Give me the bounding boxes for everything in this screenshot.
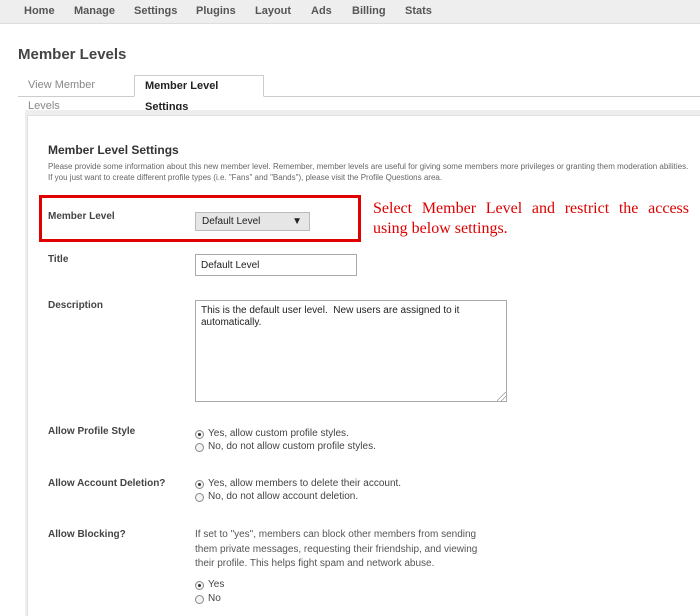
nav-stats[interactable]: Stats (405, 5, 432, 17)
annotation-callout: Select Member Level and restrict the acc… (373, 200, 689, 237)
nav-billing[interactable]: Billing (352, 5, 386, 17)
blocking-yes-label[interactable]: Yes (208, 579, 224, 590)
allow-account-deletion-label: Allow Account Deletion? (48, 478, 166, 489)
title-input[interactable] (195, 254, 357, 276)
title-label: Title (48, 254, 69, 265)
page-title: Member Levels (18, 46, 127, 63)
profile-style-no-radio[interactable] (195, 443, 204, 452)
blocking-no-label[interactable]: No (208, 593, 221, 604)
account-deletion-no-label[interactable]: No, do not allow account deletion. (208, 491, 358, 502)
profile-style-yes-radio[interactable] (195, 430, 204, 439)
annotation-highlight-box (39, 195, 361, 242)
section-title: Member Level Settings (48, 143, 179, 157)
nav-plugins[interactable]: Plugins (196, 5, 236, 17)
resize-grip-icon[interactable] (497, 392, 506, 401)
nav-home[interactable]: Home (24, 5, 55, 17)
profile-style-no-label[interactable]: No, do not allow custom profile styles. (208, 441, 376, 452)
nav-layout[interactable]: Layout (255, 5, 291, 17)
allow-blocking-label: Allow Blocking? (48, 529, 126, 540)
profile-style-yes-label[interactable]: Yes, allow custom profile styles. (208, 428, 349, 439)
blocking-help-text: If set to "yes", members can block other… (195, 529, 478, 569)
tab-member-level-settings[interactable]: Member Level Settings (134, 75, 264, 113)
account-deletion-yes-radio[interactable] (195, 480, 204, 489)
tab-view-member-levels[interactable]: View Member Levels (18, 75, 135, 112)
account-deletion-no-radio[interactable] (195, 493, 204, 502)
account-deletion-yes-label[interactable]: Yes, allow members to delete their accou… (208, 478, 401, 489)
nav-ads[interactable]: Ads (311, 5, 332, 17)
allow-profile-style-label: Allow Profile Style (48, 426, 136, 437)
section-description: Please provide some information about th… (48, 162, 689, 182)
top-navigation: Home Manage Settings Plugins Layout Ads … (0, 0, 700, 24)
nav-manage[interactable]: Manage (74, 5, 115, 17)
nav-settings[interactable]: Settings (134, 5, 177, 17)
description-textarea[interactable]: This is the default user level. New user… (195, 300, 507, 402)
blocking-yes-radio[interactable] (195, 581, 204, 590)
description-label: Description (48, 300, 104, 311)
blocking-no-radio[interactable] (195, 595, 204, 604)
